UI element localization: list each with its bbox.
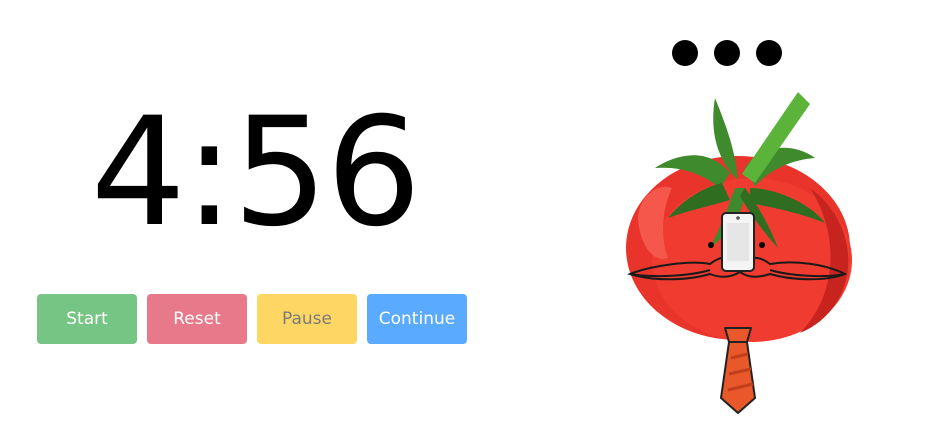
phone-icon — [721, 212, 755, 272]
reset-button[interactable]: Reset — [147, 294, 247, 344]
tomato-mascot-icon — [626, 92, 852, 414]
pomodoro-app: 4:56 Start Reset Pause Continue — [0, 0, 930, 425]
timer-display: 4:56 — [90, 86, 422, 260]
dot — [672, 40, 698, 66]
start-button[interactable]: Start — [37, 294, 137, 344]
right-eye — [759, 242, 765, 248]
dot — [714, 40, 740, 66]
left-eye — [708, 242, 714, 248]
timer-controls: Start Reset Pause Continue — [37, 294, 467, 344]
ellipsis-dots-icon — [672, 40, 782, 66]
continue-button[interactable]: Continue — [367, 294, 467, 344]
pause-button[interactable]: Pause — [257, 294, 357, 344]
dot — [756, 40, 782, 66]
